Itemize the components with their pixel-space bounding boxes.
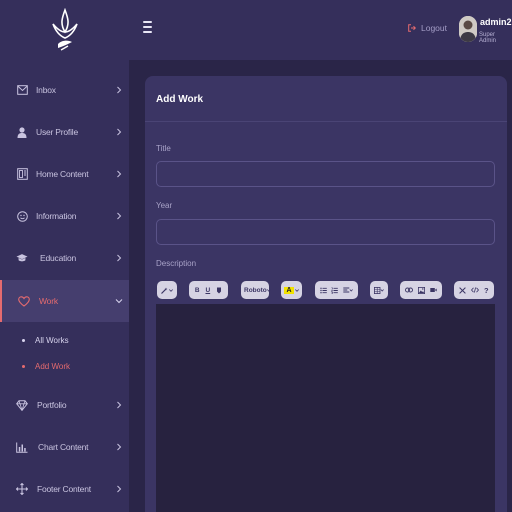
graduation-cap-icon: [16, 252, 28, 264]
logout-label: Logout: [421, 23, 447, 33]
table-dropdown[interactable]: [370, 281, 388, 299]
link-icon[interactable]: [405, 287, 414, 293]
ordered-list-icon[interactable]: [331, 287, 339, 294]
avatar[interactable]: [459, 16, 477, 42]
title-input[interactable]: [156, 161, 495, 187]
chevron-right-icon: [117, 128, 122, 136]
chevron-right-icon: [117, 212, 122, 220]
font-family-dropdown[interactable]: Roboto: [241, 281, 271, 299]
image-icon[interactable]: [417, 286, 425, 294]
sidebar-item-label: Chart Content: [38, 442, 89, 452]
menu-toggle-icon[interactable]: [143, 21, 152, 35]
sidebar-item-footer-content[interactable]: Footer Content: [0, 468, 129, 510]
move-icon: [16, 483, 28, 495]
year-input[interactable]: [156, 219, 495, 245]
insert-group: [400, 281, 442, 299]
magic-wand-icon: [160, 287, 168, 294]
editor-toolbar: B U Roboto A ?: [156, 278, 495, 302]
video-icon[interactable]: [429, 287, 437, 293]
sidebar-item-user-profile[interactable]: User Profile: [0, 111, 129, 153]
sidebar-item-label: Footer Content: [37, 484, 91, 494]
description-label: Description: [156, 259, 197, 268]
sidebar-item-label: Information: [36, 211, 77, 221]
sidebar-item-label: Work: [39, 296, 58, 306]
help-icon[interactable]: ?: [484, 286, 489, 295]
bullet-dot: [22, 365, 25, 368]
sidebar-item-label: Inbox: [36, 85, 56, 95]
list-group: [315, 281, 358, 299]
bold-button[interactable]: B: [195, 287, 200, 294]
chevron-right-icon: [117, 443, 122, 451]
sidebar-subitem-add-work[interactable]: Add Work: [22, 362, 70, 371]
table-icon: [374, 286, 384, 294]
logo-bird-icon: [52, 8, 78, 51]
heart-icon: [18, 295, 30, 307]
logout-icon: [408, 24, 416, 32]
sidebar: Inbox User Profile Home Content Informat…: [0, 0, 129, 512]
sidebar-item-home-content[interactable]: Home Content: [0, 153, 129, 195]
inbox-icon: [16, 84, 28, 96]
info-icon: [16, 210, 28, 222]
bullet-dot: [22, 339, 25, 342]
sidebar-item-inbox[interactable]: Inbox: [0, 69, 129, 111]
code-view-icon[interactable]: [471, 287, 480, 293]
sidebar-item-chart-content[interactable]: Chart Content: [0, 426, 129, 468]
chart-icon: [16, 441, 28, 453]
chevron-right-icon: [117, 485, 122, 493]
title-label: Title: [156, 144, 171, 153]
font-color-icon: A: [284, 286, 294, 294]
chevron-right-icon: [117, 170, 122, 178]
eraser-icon[interactable]: [216, 287, 222, 294]
unordered-list-icon[interactable]: [320, 287, 327, 294]
sidebar-subitem-label: All Works: [35, 336, 69, 345]
view-group: ?: [454, 281, 494, 299]
chevron-down-icon: [294, 288, 299, 292]
sidebar-item-portfolio[interactable]: Portfolio: [0, 384, 129, 426]
sidebar-item-label: Portfolio: [37, 400, 67, 410]
page-title: Add Work: [156, 94, 204, 105]
font-color-dropdown[interactable]: A: [281, 281, 302, 299]
sidebar-subitem-label: Add Work: [35, 362, 70, 371]
sidebar-item-education[interactable]: Education: [0, 237, 129, 279]
style-dropdown[interactable]: [157, 281, 177, 299]
logout-button[interactable]: Logout: [408, 23, 447, 33]
sidebar-subitem-all-works[interactable]: All Works: [22, 336, 69, 345]
description-editor[interactable]: [156, 304, 495, 512]
diamond-icon: [16, 399, 28, 411]
sidebar-item-label: Home Content: [36, 169, 89, 179]
sidebar-item-label: User Profile: [36, 127, 79, 137]
text-format-group: B U: [189, 281, 228, 299]
sidebar-item-label: Education: [40, 253, 77, 263]
chevron-down-icon: [169, 288, 174, 292]
top-header: Logout admin2 Super Admin: [129, 0, 512, 60]
year-label: Year: [156, 201, 173, 210]
chevron-down-icon: [115, 299, 123, 304]
add-work-card: Add Work Title Year Description B U Robo…: [145, 76, 507, 512]
sidebar-item-information[interactable]: Information: [0, 195, 129, 237]
divider: [145, 121, 507, 122]
user-icon: [16, 126, 28, 138]
sidebar-item-work[interactable]: Work: [0, 280, 129, 322]
home-content-icon: [16, 168, 28, 180]
underline-button[interactable]: U: [205, 287, 210, 294]
chevron-right-icon: [117, 86, 122, 94]
align-dropdown[interactable]: [343, 287, 353, 294]
fullscreen-icon[interactable]: [459, 286, 467, 294]
font-family-value: Roboto: [244, 286, 267, 294]
user-role: Super Admin: [479, 32, 497, 44]
chevron-right-icon: [117, 401, 122, 409]
chevron-down-icon: [266, 288, 271, 292]
user-name: admin2: [480, 17, 512, 27]
chevron-right-icon: [117, 254, 122, 262]
